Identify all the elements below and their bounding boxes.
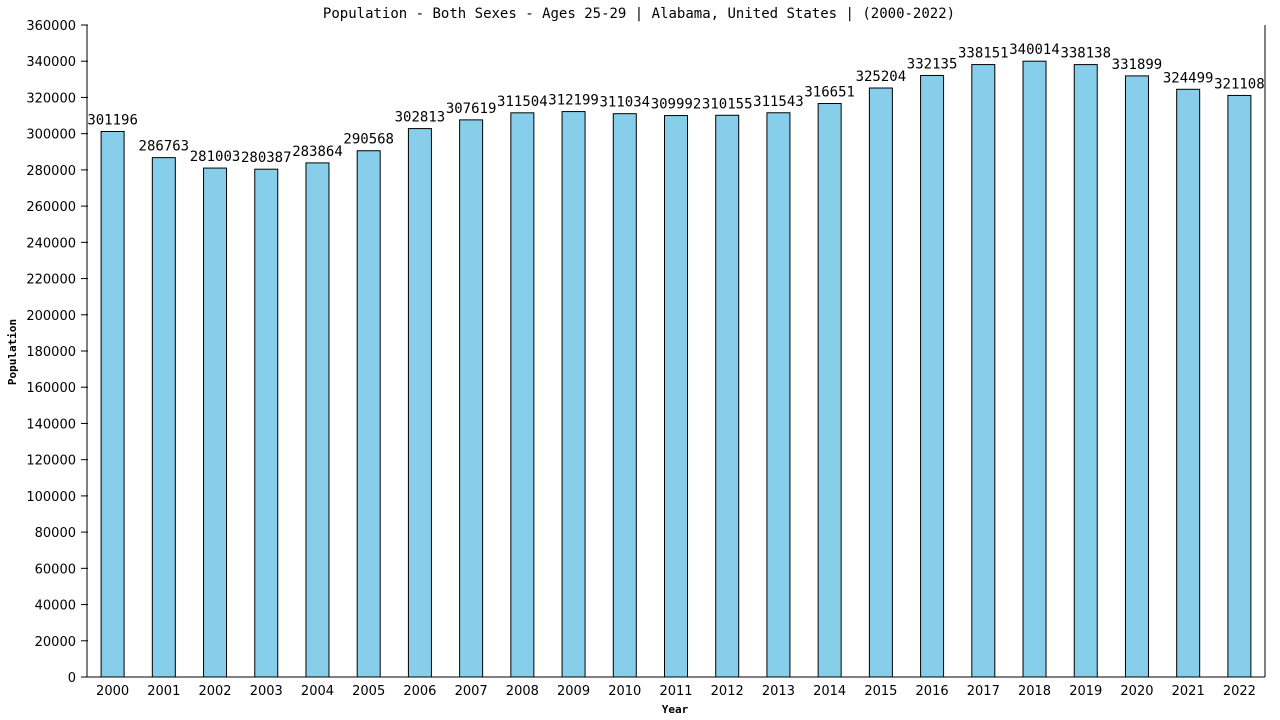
- bar-2010: [612, 113, 637, 678]
- data-label-2014: 316651: [804, 85, 855, 101]
- x-tick-label: 2022: [1223, 684, 1256, 699]
- bar-2013: [766, 112, 791, 678]
- x-tick-label: 2006: [403, 684, 436, 699]
- x-tick-label: 2019: [1069, 684, 1102, 699]
- data-label-2011: 309992: [651, 97, 702, 113]
- y-tick-label: 0: [68, 671, 76, 686]
- x-tick-label: 2015: [864, 684, 897, 699]
- x-tick-label: 2000: [96, 684, 129, 699]
- bar-chart: Population - Both Sexes - Ages 25-29 | A…: [6, 6, 1266, 716]
- data-label-2003: 280387: [241, 150, 292, 166]
- data-label-2010: 311034: [599, 95, 650, 111]
- y-tick-label: 60000: [35, 562, 76, 577]
- bar-2022: [1227, 94, 1252, 678]
- data-label-2009: 312199: [548, 93, 599, 109]
- x-tick-label: 2002: [198, 684, 231, 699]
- y-tick-label: 40000: [35, 599, 76, 614]
- y-tick-label: 140000: [26, 417, 76, 432]
- x-tick-label: 2014: [813, 684, 846, 699]
- bar-2016: [920, 74, 945, 678]
- x-tick-label: 2017: [967, 684, 1000, 699]
- y-tick-label: 80000: [35, 526, 76, 541]
- x-tick-label: 2003: [250, 684, 283, 699]
- bar-2011: [664, 115, 688, 678]
- data-label-2004: 283864: [292, 144, 343, 160]
- x-tick-label: 2012: [711, 684, 744, 699]
- bar-2007: [459, 119, 484, 678]
- bar-2009: [561, 111, 586, 678]
- data-label-2017: 338151: [958, 46, 1009, 62]
- data-label-2005: 290568: [343, 132, 394, 148]
- y-tick-label: 360000: [26, 19, 76, 34]
- bar-2003: [254, 168, 279, 678]
- data-label-2008: 311504: [497, 94, 548, 110]
- y-tick-label: 240000: [26, 236, 76, 251]
- y-tick-label: 200000: [26, 309, 76, 324]
- data-label-2000: 301196: [87, 113, 138, 129]
- data-label-2002: 281003: [190, 149, 241, 165]
- x-tick-label: 2021: [1172, 684, 1205, 699]
- bar-2006: [407, 128, 432, 678]
- data-label-2021: 324499: [1163, 70, 1214, 86]
- data-label-2022: 321108: [1214, 76, 1265, 92]
- x-tick-label: 2005: [352, 684, 385, 699]
- x-tick-label: 2020: [1120, 684, 1153, 699]
- y-axis-title: Population: [6, 319, 19, 385]
- data-label-2015: 325204: [856, 69, 907, 85]
- data-label-2013: 311543: [753, 94, 804, 110]
- bar-2019: [1073, 64, 1098, 678]
- data-label-2020: 331899: [1112, 57, 1163, 73]
- data-label-2016: 332135: [907, 56, 958, 72]
- y-tick-label: 280000: [26, 164, 76, 179]
- bar-2018: [1022, 60, 1047, 678]
- y-tick-label: 20000: [35, 635, 76, 650]
- y-tick-label: 320000: [26, 91, 76, 106]
- x-tick-label: 2016: [916, 684, 949, 699]
- chart-title: Population - Both Sexes - Ages 25-29 | A…: [323, 6, 955, 22]
- y-tick-label: 180000: [26, 345, 76, 360]
- bar-2001: [151, 157, 176, 678]
- data-label-2001: 286763: [139, 139, 190, 155]
- x-axis: 2000 2001 2002 2003 2004 2005 2006 2007 2008 2009…: [83, 676, 1265, 699]
- bar-2017: [971, 64, 996, 678]
- data-label-2019: 338138: [1060, 46, 1111, 62]
- data-label-2018: 340014: [1009, 42, 1060, 58]
- bar-2002: [203, 167, 228, 678]
- bar-2012: [715, 114, 740, 678]
- bar-2014: [817, 103, 842, 678]
- x-axis-title: Year: [662, 703, 689, 716]
- y-tick-label: 340000: [26, 55, 76, 70]
- bar-2005: [356, 150, 381, 678]
- y-tick-label: 260000: [26, 200, 76, 215]
- x-tick-label: 2011: [659, 684, 692, 699]
- x-tick-label: 2010: [608, 684, 641, 699]
- x-tick-label: 2008: [506, 684, 539, 699]
- bar-2015: [868, 87, 893, 678]
- data-label-2007: 307619: [446, 101, 497, 117]
- data-label-2006: 302813: [395, 110, 446, 126]
- x-tick-label: 2004: [301, 684, 334, 699]
- bar-2004: [305, 162, 330, 678]
- bar-2008: [510, 112, 535, 678]
- y-tick-label: 120000: [26, 454, 76, 469]
- bar-2021: [1176, 88, 1201, 678]
- y-tick-label: 100000: [26, 490, 76, 505]
- x-tick-label: 2018: [1018, 684, 1051, 699]
- y-tick-label: 160000: [26, 381, 76, 396]
- y-tick-label: 220000: [26, 273, 76, 288]
- data-label-2012: 310155: [702, 96, 753, 112]
- bar-2000: [100, 131, 125, 678]
- x-tick-label: 2009: [557, 684, 590, 699]
- x-tick-label: 2001: [147, 684, 180, 699]
- x-tick-label: 2007: [455, 684, 488, 699]
- y-tick-label: 300000: [26, 128, 76, 143]
- bar-2020: [1124, 75, 1149, 678]
- x-tick-label: 2013: [762, 684, 795, 699]
